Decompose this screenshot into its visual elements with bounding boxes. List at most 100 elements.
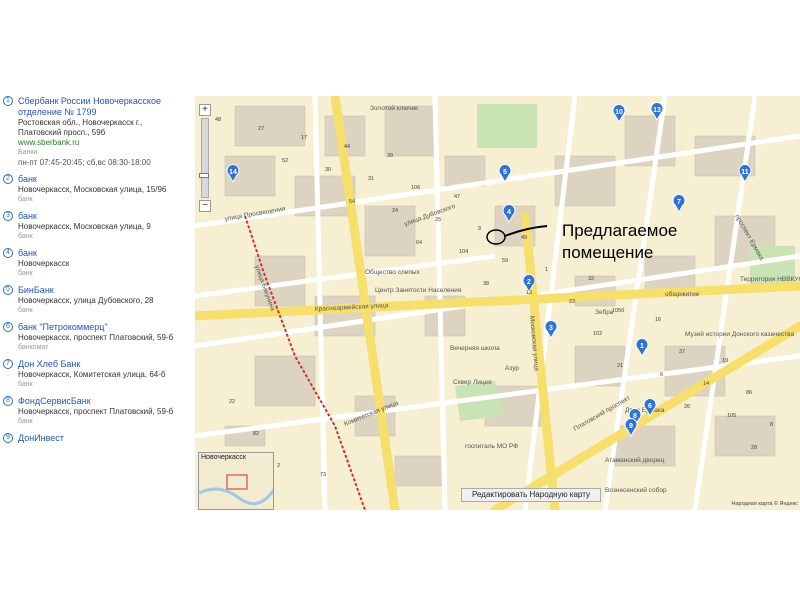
result-title-link[interactable]: банк [18, 174, 186, 185]
marker-number: 9 [629, 423, 633, 430]
zoom-in-button[interactable]: + [199, 104, 211, 116]
house-number: 38 [483, 281, 489, 287]
result-number-badge: 2 [3, 174, 13, 184]
result-item[interactable]: 8 ФондСервисБанк Новочеркасск, проспект Пл… [0, 396, 186, 427]
result-item[interactable]: 6 банк "Петрокоммерц" Новочеркасск, проспе… [0, 322, 186, 353]
house-number: 1 [545, 267, 548, 273]
bank-marker[interactable]: 1 [635, 338, 649, 358]
result-address: Новочеркасск [18, 259, 70, 268]
result-number-badge: 4 [3, 248, 13, 258]
house-number: 21 [617, 363, 623, 369]
result-title-link[interactable]: ДонИнвест [18, 433, 186, 444]
house-number: 105 [727, 413, 736, 419]
house-number: 26 [684, 404, 690, 410]
result-title-link[interactable]: банк [18, 248, 186, 259]
edit-map-button[interactable]: Редактировать Народную карту [461, 488, 601, 502]
place-label: Сквер Лицея [453, 379, 492, 386]
house-number: 37 [679, 349, 685, 355]
result-address: Новочеркасск, Московская улица, 15/96 [18, 185, 167, 194]
zoom-slider-thumb[interactable] [199, 173, 209, 178]
house-number: 54 [349, 199, 355, 205]
house-number: 47 [454, 194, 460, 200]
house-number: 2 [277, 463, 280, 469]
result-title-link[interactable]: банк "Петрокоммерц" [18, 322, 186, 333]
result-address: Новочеркасск, улица Дубовского, 28 [18, 296, 154, 305]
result-title-link[interactable]: БинБанк [18, 285, 186, 296]
result-item[interactable]: 5 БинБанк Новочеркасск, улица Дубовского, … [0, 285, 186, 316]
house-number: 30 [325, 167, 331, 173]
house-number: 31 [368, 176, 374, 182]
result-item[interactable]: 7 Дон Хлеб Банк Новочеркасск, Комитетская … [0, 359, 186, 390]
bank-marker[interactable]: 7 [672, 194, 686, 214]
house-number: 106 [411, 185, 420, 191]
house-number: 64 [416, 240, 422, 246]
result-title-link[interactable]: Дон Хлеб Банк [18, 359, 186, 370]
result-category: банк [18, 196, 33, 203]
place-label: Азур [505, 365, 519, 372]
house-number: 32 [588, 276, 594, 282]
house-number: 28 [751, 445, 757, 451]
marker-number: 3 [549, 325, 553, 332]
result-item[interactable]: 4 банк Новочеркасск банк [0, 248, 186, 279]
marker-number: 11 [741, 169, 749, 176]
house-number: 48 [215, 117, 221, 123]
marker-number: 14 [229, 169, 237, 176]
result-address: Ростовская обл., Новочеркасск г., Платов… [18, 118, 143, 137]
house-number: 8 [770, 422, 773, 428]
house-number: 24 [392, 208, 398, 214]
result-category: банк [18, 233, 33, 240]
result-item[interactable]: 3 банк Новочеркасск, Московская улица, 9 ба… [0, 211, 186, 242]
house-number: 39 [387, 153, 393, 159]
result-number-badge: 8 [3, 396, 13, 406]
overview-minimap[interactable]: Новочеркасск [198, 452, 274, 510]
result-address: Новочеркасск, Комитетская улица, 64-б [18, 370, 166, 379]
result-item[interactable]: 9 ДонИнвест [0, 433, 186, 444]
result-number-badge: 1 [3, 96, 13, 106]
result-title-link[interactable]: ФондСервисБанк [18, 396, 186, 407]
zoom-out-button[interactable]: − [199, 200, 211, 212]
result-category: банк [18, 307, 33, 314]
minimap-label: Новочеркасск [201, 454, 246, 461]
house-number: 105б [612, 308, 624, 314]
result-title-link[interactable]: Сбербанк России Новочеркасское отделение… [18, 96, 186, 118]
house-number: 102 [593, 331, 602, 337]
zoom-slider[interactable] [199, 118, 209, 198]
marker-number: 4 [507, 209, 511, 216]
callout-line-2: помещение [562, 243, 654, 262]
result-category: банк [18, 270, 33, 277]
marker-number: 1 [640, 343, 644, 350]
house-number: 49 [521, 235, 527, 241]
result-website-link[interactable]: www.sberbank.ru [18, 138, 186, 148]
result-item[interactable]: 1 Сбербанк России Новочеркасское отделени… [0, 96, 186, 168]
result-number-badge: 6 [3, 322, 13, 332]
result-category: банк [18, 418, 33, 425]
house-number: 25 [435, 217, 441, 223]
results-list: 1 Сбербанк России Новочеркасское отделени… [0, 96, 186, 444]
place-label: госпиталь МО РФ [465, 443, 518, 450]
place-label: Общество слепых [365, 268, 421, 276]
place-label: Вознесенский собор [605, 486, 667, 494]
result-category: банкомат [18, 344, 49, 351]
house-number: 27 [258, 126, 264, 132]
result-title-link[interactable]: банк [18, 211, 186, 222]
marker-number: 6 [648, 403, 652, 410]
result-hours: пн-пт 07:45-20:45; сб,вс 08:30-18:00 [18, 158, 151, 167]
house-number: 9 [478, 226, 481, 232]
result-item[interactable]: 2 банк Новочеркасск, Московская улица, 15/… [0, 174, 186, 205]
map-canvas[interactable]: улица ДубовскогоКрасноармейская улицаКом… [195, 96, 800, 510]
house-number: 16 [655, 317, 661, 323]
place-label: Территория НВВКУС [740, 276, 800, 283]
bank-marker[interactable]: 10 [612, 104, 626, 124]
house-number: 104 [459, 249, 468, 255]
minimap-canvas [199, 453, 273, 509]
place-label: Зебра [595, 308, 614, 316]
result-number-badge: 9 [3, 433, 13, 443]
results-sidebar: 1 Сбербанк России Новочеркасское отделени… [0, 96, 186, 510]
house-number: 19 [722, 358, 728, 364]
marker-number: 5 [503, 169, 507, 176]
result-number-badge: 3 [3, 211, 13, 221]
place-label: Центр Занятости Населения [375, 287, 462, 294]
house-number: 22 [229, 399, 235, 405]
map-view[interactable]: улица Дубовского Красноармейская улица Ком… [195, 96, 800, 510]
marker-number: 2 [527, 279, 531, 286]
